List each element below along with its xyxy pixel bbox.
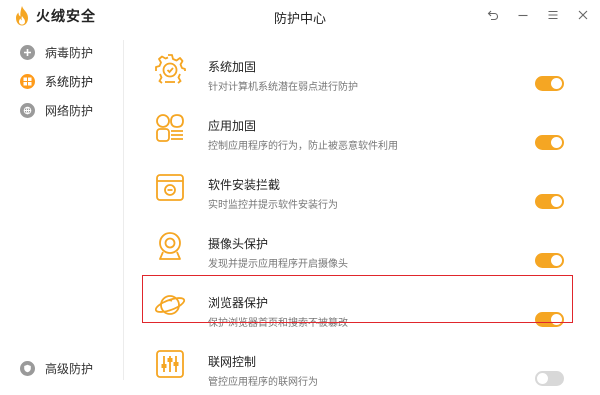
list-item-webcam-protection: 摄像头保护 发现并提示应用程序开启摄像头 — [124, 222, 600, 278]
globe-icon — [20, 102, 35, 118]
minimize-icon[interactable] — [516, 6, 530, 24]
toggle-browser-protection[interactable] — [535, 312, 564, 327]
row-title: 浏览器保护 — [208, 296, 269, 310]
install-box-icon — [156, 174, 184, 201]
list-item-install-blocking: 软件安装拦截 实时监控并提示软件安装行为 — [124, 163, 600, 219]
webcam-icon — [159, 232, 181, 260]
row-description: 管控应用程序的联网行为 — [208, 377, 318, 388]
plus-circle-icon — [20, 44, 35, 60]
shield-icon — [20, 360, 35, 376]
row-description: 针对计算机系统潜在弱点进行防护 — [208, 82, 358, 93]
menu-icon[interactable] — [546, 6, 560, 24]
toggle-webcam-protection[interactable] — [535, 253, 564, 268]
sidebar-item-label: 病毒防护 — [45, 45, 94, 60]
sidebar-item-label: 高级防护 — [45, 361, 94, 376]
toggle-app-hardening[interactable] — [535, 135, 564, 150]
sliders-icon — [156, 350, 184, 378]
sidebar-item-label: 网络防护 — [45, 103, 94, 118]
sidebar-item-virus-protection[interactable]: 病毒防护 — [20, 42, 93, 62]
list-item-app-hardening: 应用加固 控制应用程序的行为，防止被恶意软件利用 — [124, 104, 600, 160]
apps-icon — [156, 114, 184, 142]
row-description: 控制应用程序的行为，防止被恶意软件利用 — [208, 141, 398, 152]
list-item-network-control: 联网控制 管控应用程序的联网行为 — [124, 340, 600, 395]
sidebar-item-network-protection[interactable]: 网络防护 — [20, 100, 93, 120]
row-title: 软件安装拦截 — [208, 178, 281, 192]
list-item-browser-protection: 浏览器保护 保护浏览器首页和搜索不被篡改 — [124, 281, 600, 337]
toggle-system-hardening[interactable] — [535, 76, 564, 91]
windows-icon — [20, 73, 35, 89]
row-description: 发现并提示应用程序开启摄像头 — [208, 259, 348, 270]
sidebar-item-label: 系统防护 — [45, 74, 94, 89]
list-item-system-hardening: 系统加固 针对计算机系统潜在弱点进行防护 — [124, 45, 600, 101]
gear-icon — [155, 54, 186, 84]
row-title: 应用加固 — [208, 119, 257, 133]
row-description: 实时监控并提示软件安装行为 — [208, 200, 338, 211]
close-icon[interactable] — [576, 6, 590, 24]
toggle-network-control[interactable] — [535, 371, 564, 386]
title-bar: 火绒安全 防护中心 — [0, 0, 600, 32]
row-title: 系统加固 — [208, 60, 257, 74]
back-icon[interactable] — [486, 6, 500, 24]
sidebar-item-advanced-protection[interactable]: 高级防护 — [20, 358, 93, 378]
planet-icon — [154, 295, 186, 315]
sidebar: 病毒防护 系统防护 网络防护 高级防护 — [0, 32, 124, 395]
toggle-install-blocking[interactable] — [535, 194, 564, 209]
row-title: 联网控制 — [208, 355, 257, 369]
window-controls — [486, 6, 590, 24]
protection-list: 系统加固 针对计算机系统潜在弱点进行防护 应用加固 控制应用程序的行为，防止被恶… — [124, 32, 600, 395]
row-description: 保护浏览器首页和搜索不被篡改 — [208, 318, 348, 329]
row-title: 摄像头保护 — [208, 237, 269, 251]
sidebar-item-system-protection[interactable]: 系统防护 — [20, 71, 93, 91]
